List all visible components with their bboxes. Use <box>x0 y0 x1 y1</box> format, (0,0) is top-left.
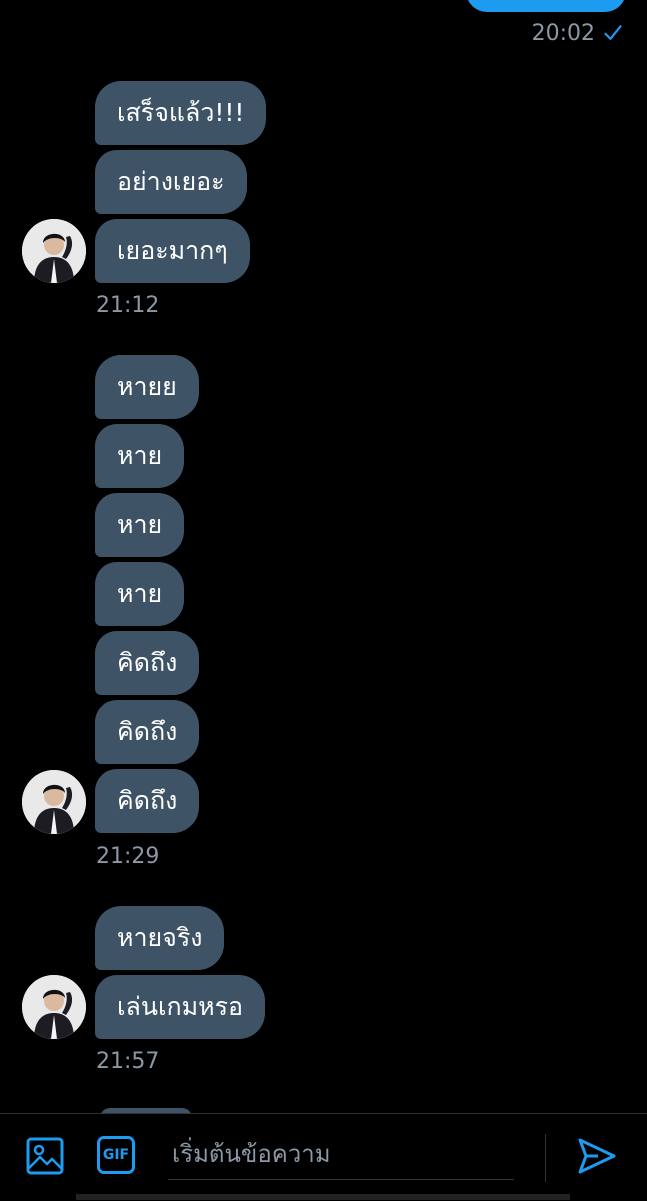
received-message[interactable]: หาย <box>95 562 185 626</box>
received-message[interactable]: หาย <box>95 424 185 488</box>
avatar-photo <box>22 770 86 834</box>
received-message[interactable]: อย่างเยอะ <box>95 150 247 214</box>
bottom-edge-strip <box>76 1194 570 1200</box>
avatar-photo <box>22 975 86 1039</box>
sent-message-time: 20:02 <box>531 20 595 46</box>
received-message[interactable]: หายย <box>95 355 199 419</box>
received-message[interactable]: เล่นเกมหรอ <box>95 975 266 1039</box>
send-icon[interactable] <box>576 1136 618 1176</box>
avatar-photo <box>22 219 86 283</box>
message-input[interactable] <box>168 1128 514 1180</box>
check-icon <box>604 25 622 40</box>
composer-divider <box>545 1134 546 1182</box>
sent-message-bubble[interactable] <box>466 0 626 12</box>
avatar[interactable] <box>22 975 86 1039</box>
received-message[interactable]: เสร็จแล้ว!!! <box>95 81 267 145</box>
message-timestamp: 21:12 <box>96 293 160 318</box>
message-composer: GIF <box>0 1113 647 1201</box>
message-timestamp: 21:57 <box>96 1049 160 1074</box>
avatar[interactable] <box>22 770 86 834</box>
received-message[interactable]: เยอะมากๆ <box>95 219 250 283</box>
received-message[interactable]: คิดถึง <box>95 631 200 695</box>
received-message[interactable]: หายจริง <box>95 906 225 970</box>
received-message[interactable]: คิดถึง <box>95 769 200 833</box>
avatar[interactable] <box>22 219 86 283</box>
sent-message-meta: 20:02 <box>532 20 623 46</box>
message-timestamp: 21:29 <box>96 844 160 869</box>
gif-button[interactable]: GIF <box>97 1136 135 1174</box>
image-icon[interactable] <box>25 1136 65 1176</box>
received-message[interactable]: หาย <box>95 493 185 557</box>
received-message[interactable]: คิดถึง <box>95 700 200 764</box>
